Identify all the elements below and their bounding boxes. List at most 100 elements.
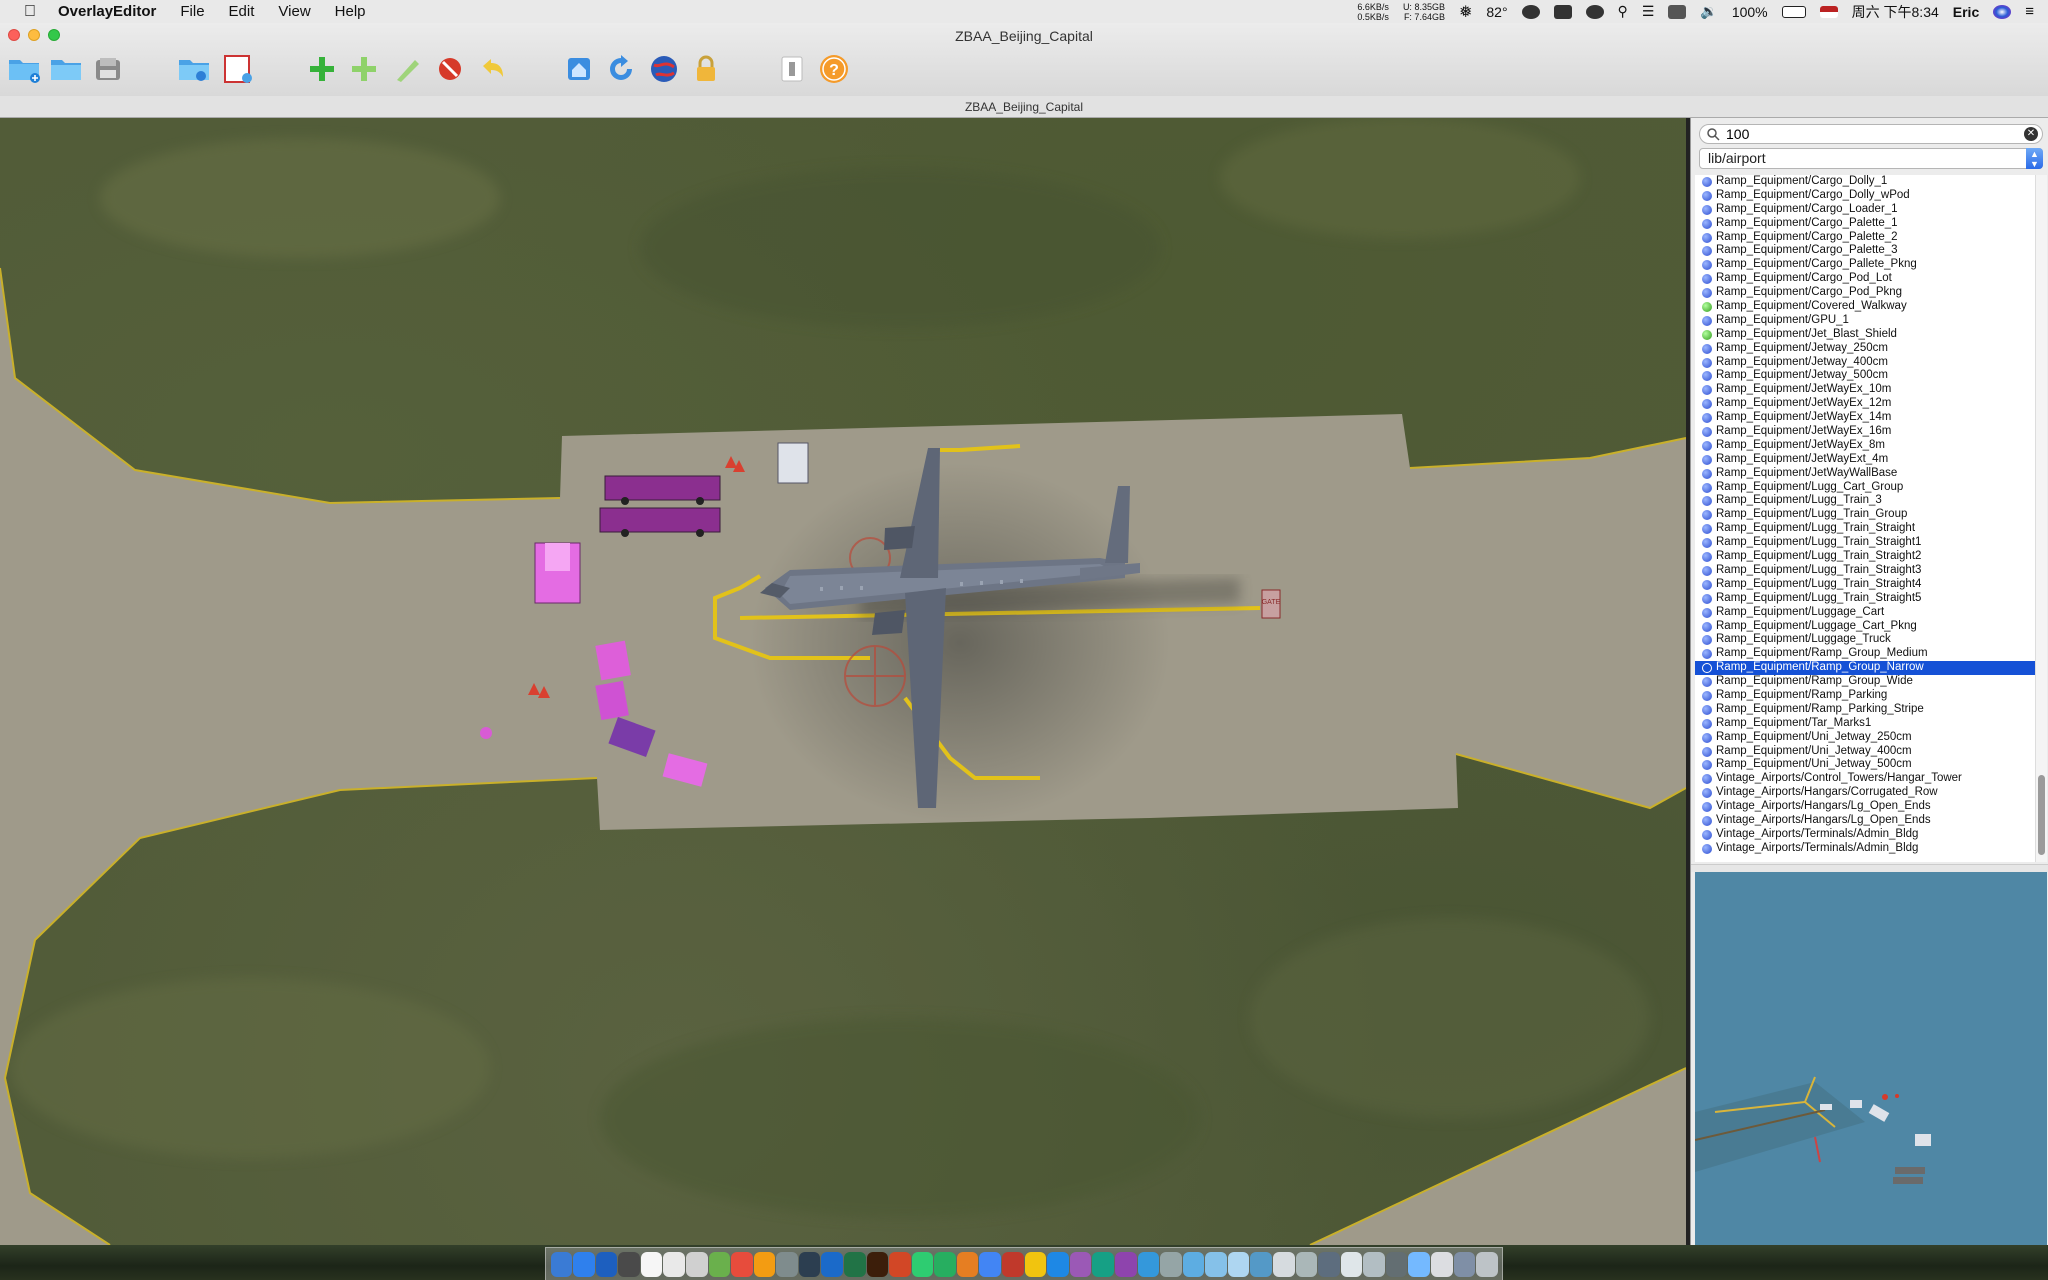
battery-icon[interactable] bbox=[1781, 5, 1806, 18]
list-item[interactable]: Ramp_Equipment/Luggage_Cart_Pkng bbox=[1695, 620, 2035, 634]
list-item[interactable]: Vintage_Airports/Hangars/Corrugated_Row bbox=[1695, 786, 2035, 800]
dock-app-icon[interactable] bbox=[1137, 1251, 1160, 1277]
import-image-icon[interactable] bbox=[220, 51, 256, 87]
list-item[interactable]: Ramp_Equipment/Jetway_400cm bbox=[1695, 356, 2035, 370]
list-item[interactable]: Ramp_Equipment/JetWayEx_10m bbox=[1695, 383, 2035, 397]
dock-app-icon[interactable] bbox=[889, 1251, 911, 1277]
dock-app-icon[interactable] bbox=[1160, 1251, 1182, 1277]
dock-app-icon[interactable] bbox=[1318, 1251, 1340, 1277]
siri-icon[interactable] bbox=[1993, 4, 2012, 19]
dock-app-icon[interactable] bbox=[1092, 1251, 1114, 1277]
help-icon[interactable]: ? bbox=[816, 51, 852, 87]
list-item[interactable]: Ramp_Equipment/Uni_Jetway_500cm bbox=[1695, 758, 2035, 772]
dock-app-icon[interactable] bbox=[956, 1251, 979, 1277]
dock-app-icon[interactable] bbox=[1114, 1251, 1137, 1277]
dock-app-icon[interactable] bbox=[685, 1251, 708, 1277]
list-item[interactable]: Ramp_Equipment/JetWayExt_4m bbox=[1695, 453, 2035, 467]
list-item[interactable]: Ramp_Equipment/JetWayEx_14m bbox=[1695, 411, 2035, 425]
list-item[interactable]: Ramp_Equipment/Lugg_Train_Straight1 bbox=[1695, 536, 2035, 550]
menu-view[interactable]: View bbox=[278, 3, 310, 20]
dock-app-icon[interactable] bbox=[573, 1251, 595, 1277]
list-item[interactable]: Ramp_Equipment/Ramp_Group_Medium bbox=[1695, 647, 2035, 661]
menu-edit[interactable]: Edit bbox=[229, 3, 255, 20]
dock-app-icon[interactable] bbox=[1182, 1251, 1205, 1277]
fan-icon[interactable]: ❅ bbox=[1459, 2, 1472, 22]
notification-center-icon[interactable]: ≡ bbox=[2025, 3, 2034, 20]
list-item[interactable]: Ramp_Equipment/Cargo_Palette_3 bbox=[1695, 244, 2035, 258]
battery-percent[interactable]: 100% bbox=[1732, 4, 1768, 20]
list-item[interactable]: Ramp_Equipment/Lugg_Train_Straight2 bbox=[1695, 550, 2035, 564]
list-item[interactable]: Ramp_Equipment/Lugg_Train_Straight4 bbox=[1695, 578, 2035, 592]
home-view-icon[interactable] bbox=[561, 51, 597, 87]
dock-app-icon[interactable] bbox=[1363, 1251, 1385, 1277]
list-item[interactable]: Ramp_Equipment/Cargo_Loader_1 bbox=[1695, 203, 2035, 217]
spotlight-icon[interactable]: ⚲ bbox=[1618, 3, 1628, 20]
dock-app-icon[interactable] bbox=[979, 1251, 1002, 1277]
list-item[interactable]: Ramp_Equipment/Covered_Walkway bbox=[1695, 300, 2035, 314]
list-item[interactable]: Ramp_Equipment/Ramp_Parking_Stripe bbox=[1695, 703, 2035, 717]
new-folder-icon[interactable] bbox=[6, 51, 42, 87]
3d-viewport[interactable]: GATE bbox=[0, 118, 1686, 1245]
panel-splitter[interactable] bbox=[1691, 864, 2048, 872]
dock-app-icon[interactable] bbox=[1408, 1251, 1431, 1277]
edit-node-icon[interactable] bbox=[390, 51, 426, 87]
dock-app-icon[interactable] bbox=[1024, 1251, 1047, 1277]
menu-help[interactable]: Help bbox=[335, 3, 366, 20]
list-item[interactable]: Vintage_Airports/Hangars/Lg_Open_Ends bbox=[1695, 800, 2035, 814]
list-item[interactable]: Ramp_Equipment/JetWayWallBase bbox=[1695, 467, 2035, 481]
list-item[interactable]: Ramp_Equipment/JetWayEx_8m bbox=[1695, 439, 2035, 453]
dock-app-icon[interactable] bbox=[821, 1251, 844, 1277]
dock-app-icon[interactable] bbox=[1273, 1251, 1295, 1277]
wechat-icon[interactable] bbox=[1585, 4, 1604, 19]
search-input[interactable] bbox=[1726, 126, 2016, 142]
dock-app-icon[interactable] bbox=[1295, 1251, 1318, 1277]
clear-search-icon[interactable]: ✕ bbox=[2024, 127, 2038, 141]
flag-icon[interactable] bbox=[1819, 5, 1838, 18]
add-object-icon[interactable] bbox=[304, 51, 340, 87]
list-item[interactable]: Ramp_Equipment/Lugg_Train_Straight5 bbox=[1695, 592, 2035, 606]
list-item[interactable]: Ramp_Equipment/Cargo_Palette_1 bbox=[1695, 217, 2035, 231]
dock-app-icon[interactable] bbox=[1250, 1251, 1272, 1277]
list-item[interactable]: Ramp_Equipment/Uni_Jetway_250cm bbox=[1695, 731, 2035, 745]
user-name[interactable]: Eric bbox=[1953, 4, 1979, 20]
volume-icon[interactable]: 🔉 bbox=[1700, 3, 1717, 20]
list-item[interactable]: Ramp_Equipment/Cargo_Dolly_1 bbox=[1695, 175, 2035, 189]
qq-icon[interactable] bbox=[1521, 4, 1540, 19]
list-item[interactable]: Ramp_Equipment/Ramp_Parking bbox=[1695, 689, 2035, 703]
dock-app-icon[interactable] bbox=[866, 1251, 889, 1277]
list-item[interactable]: Ramp_Equipment/Lugg_Train_Straight bbox=[1695, 522, 2035, 536]
dock-app-icon[interactable] bbox=[1385, 1251, 1408, 1277]
list-item[interactable]: Vintage_Airports/Terminals/Admin_Bldg bbox=[1695, 828, 2035, 842]
undo-icon[interactable] bbox=[474, 51, 510, 87]
preferences-icon[interactable] bbox=[774, 51, 810, 87]
app-menu[interactable]: OverlayEditor bbox=[58, 3, 156, 20]
list-item[interactable]: Ramp_Equipment/Jetway_500cm bbox=[1695, 369, 2035, 383]
dock-app-icon[interactable] bbox=[618, 1251, 640, 1277]
dock-app-icon[interactable] bbox=[595, 1251, 618, 1277]
dock-app-icon[interactable] bbox=[844, 1251, 866, 1277]
add-polygon-icon[interactable] bbox=[346, 51, 382, 87]
list-item[interactable]: Ramp_Equipment/Lugg_Train_Straight3 bbox=[1695, 564, 2035, 578]
menu-file[interactable]: File bbox=[180, 3, 204, 20]
dock-app-icon[interactable] bbox=[1047, 1251, 1069, 1277]
import-folder-icon[interactable] bbox=[176, 51, 212, 87]
library-select[interactable]: lib/airport ▲ ▼ bbox=[1699, 148, 2043, 169]
save-icon[interactable] bbox=[90, 51, 126, 87]
delete-icon[interactable] bbox=[432, 51, 468, 87]
dock-app-icon[interactable] bbox=[731, 1251, 753, 1277]
list-item[interactable]: Ramp_Equipment/Cargo_Palette_2 bbox=[1695, 231, 2035, 245]
dock-app-icon[interactable] bbox=[640, 1251, 663, 1277]
airplay-icon[interactable] bbox=[1668, 4, 1687, 19]
temperature[interactable]: 82° bbox=[1486, 4, 1507, 20]
globe-icon[interactable] bbox=[646, 51, 682, 87]
list-item[interactable]: Ramp_Equipment/Cargo_Dolly_wPod bbox=[1695, 189, 2035, 203]
dock-app-icon[interactable] bbox=[550, 1251, 573, 1277]
rotate-icon[interactable] bbox=[603, 51, 639, 87]
list-item[interactable]: Ramp_Equipment/Luggage_Cart bbox=[1695, 606, 2035, 620]
dock-app-icon[interactable] bbox=[1205, 1251, 1227, 1277]
list-item[interactable]: Ramp_Equipment/Tar_Marks1 bbox=[1695, 717, 2035, 731]
dock-app-icon[interactable] bbox=[1431, 1251, 1453, 1277]
list-item[interactable]: Vintage_Airports/Terminals/Admin_Bldg bbox=[1695, 842, 2035, 856]
list-item[interactable]: Ramp_Equipment/Lugg_Cart_Group bbox=[1695, 481, 2035, 495]
list-item[interactable]: Vintage_Airports/Hangars/Lg_Open_Ends bbox=[1695, 814, 2035, 828]
